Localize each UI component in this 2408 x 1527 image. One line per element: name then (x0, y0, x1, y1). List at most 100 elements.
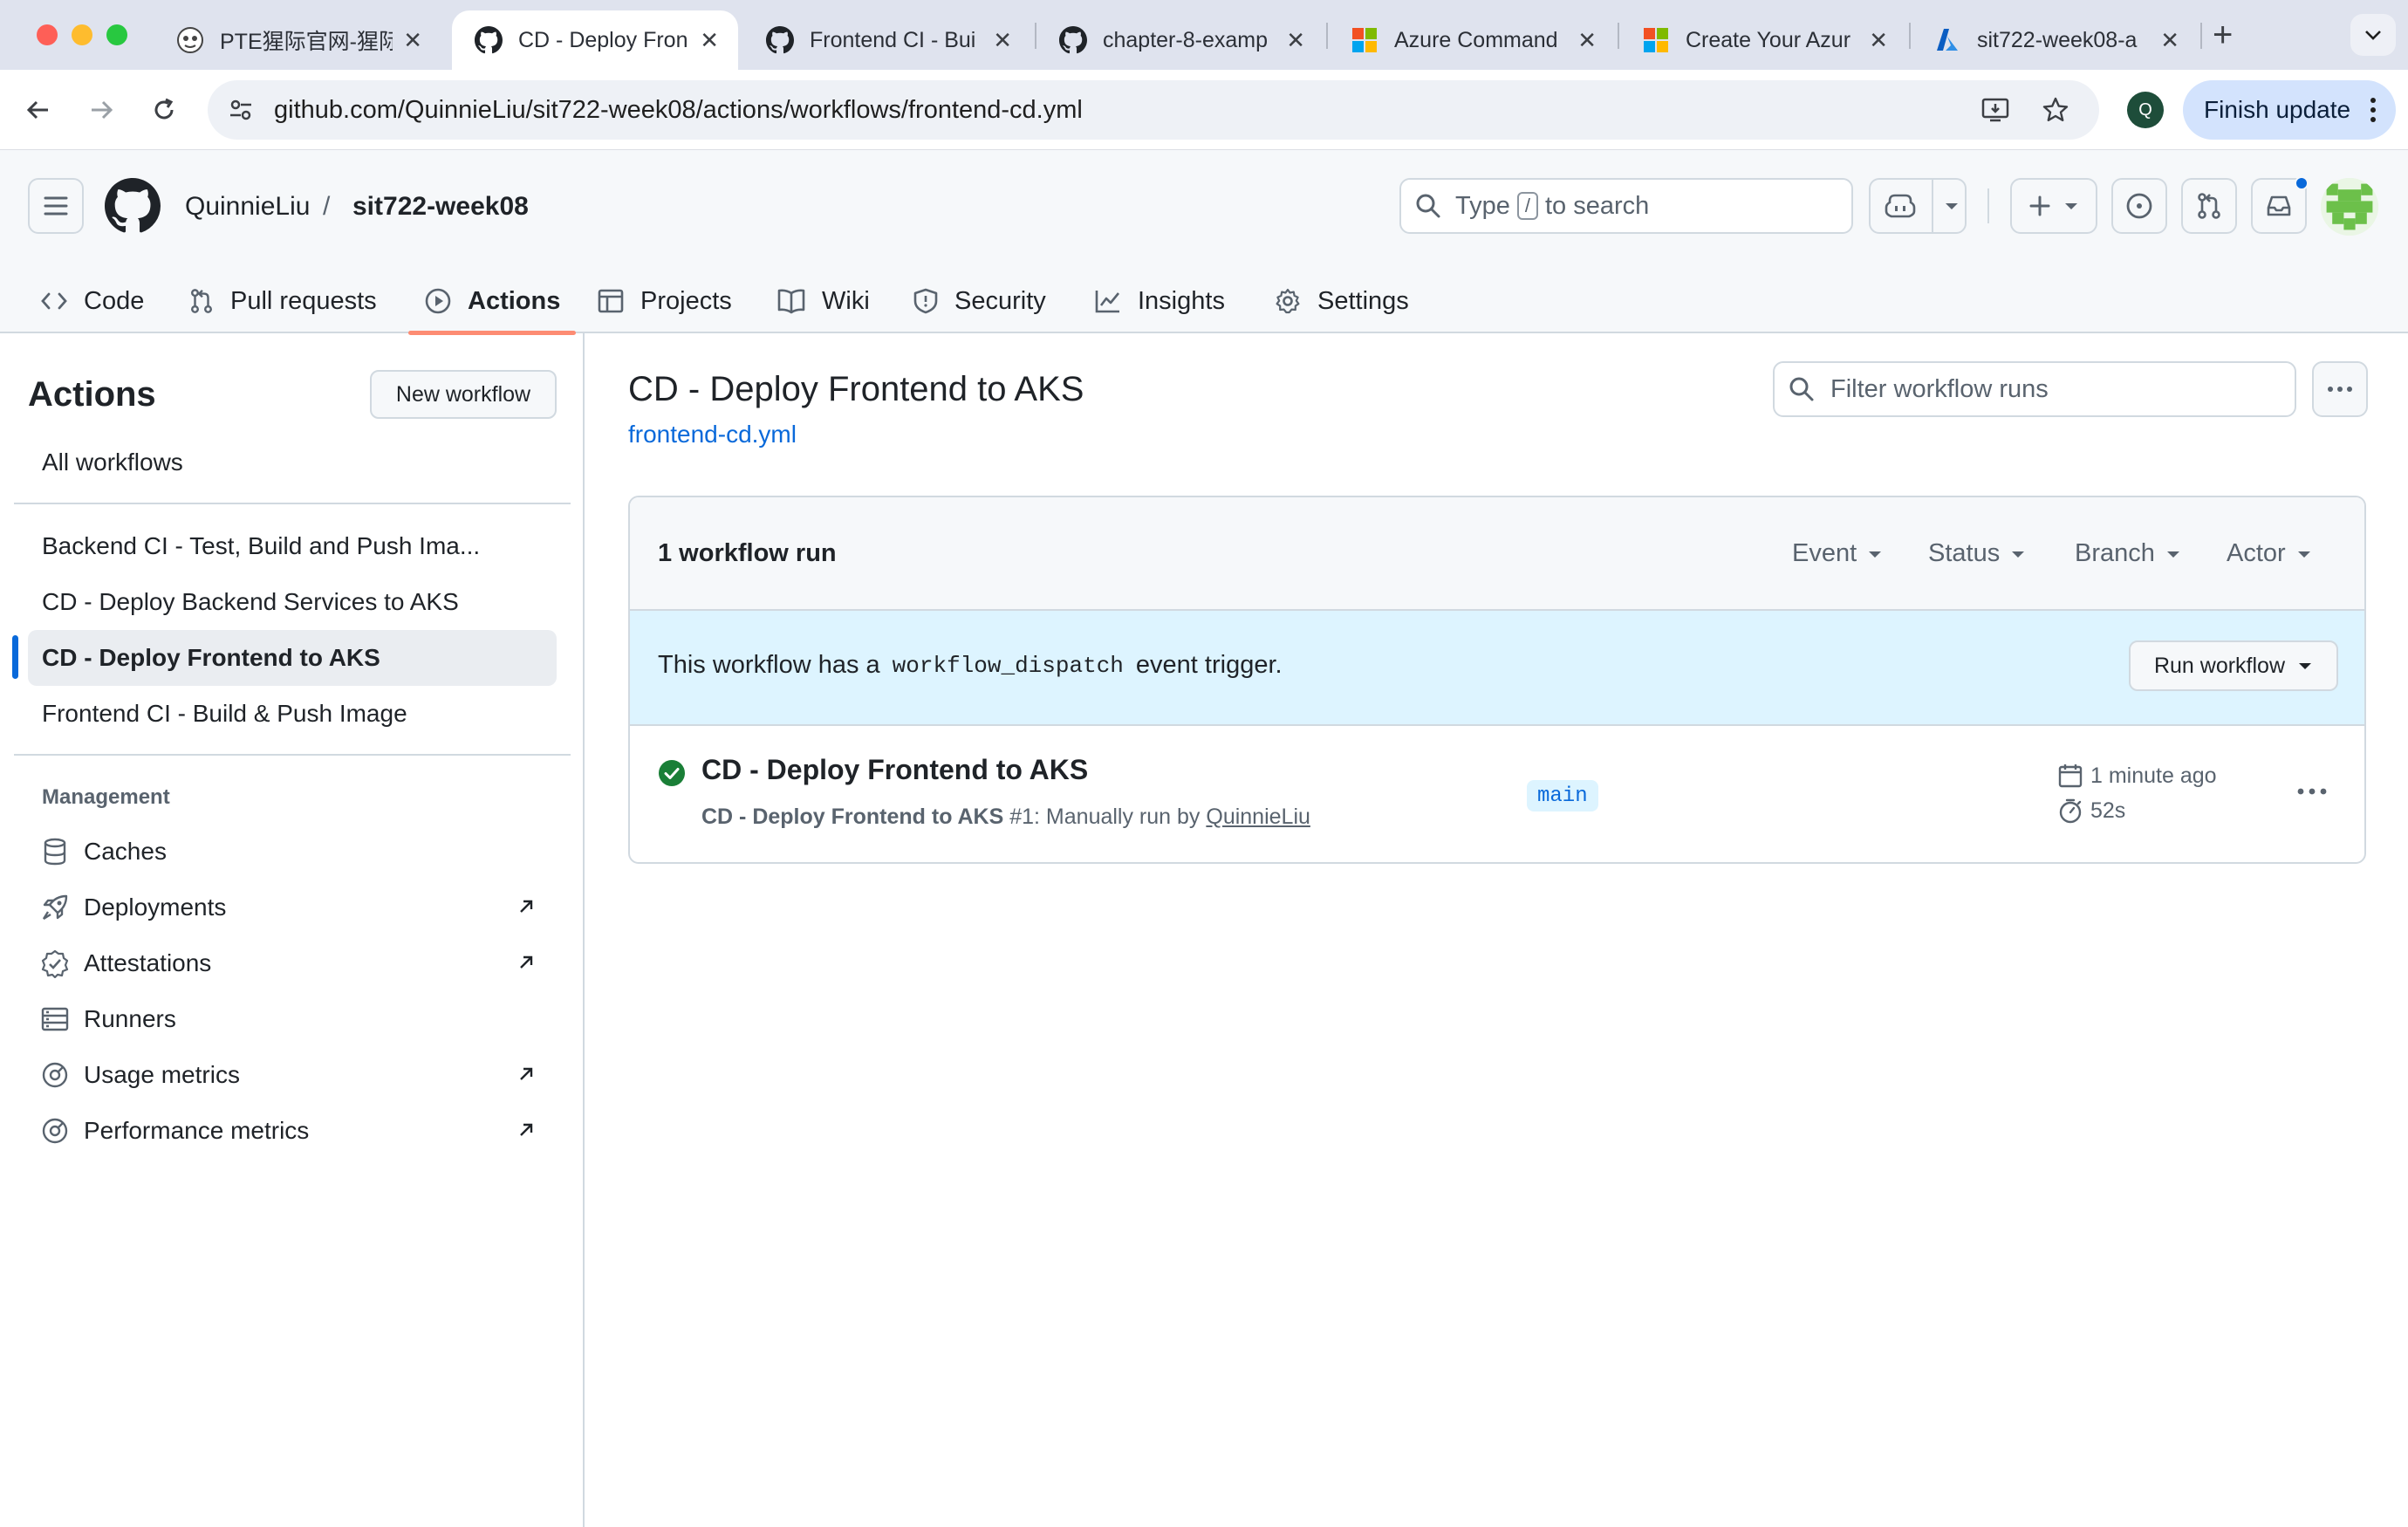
breadcrumb-separator: / (323, 192, 331, 221)
caret-down-icon (2299, 663, 2312, 669)
sidebar-item-all-workflows[interactable]: All workflows (28, 435, 557, 490)
search-icon (1416, 194, 1440, 218)
selected-indicator (12, 635, 18, 679)
open-global-navigation-button[interactable] (28, 178, 84, 234)
sidebar-item-performance-metrics[interactable]: Performance metrics (28, 1103, 557, 1159)
browser-tab[interactable]: PTE猩际官网-猩际 ✕ (154, 10, 441, 70)
external-link-icon (520, 1067, 533, 1080)
workflow-options-button[interactable] (2312, 361, 2368, 417)
pull-requests-button[interactable] (2181, 178, 2237, 234)
verified-icon (41, 949, 69, 978)
sidebar-item-attestations[interactable]: Attestations (28, 935, 557, 991)
code-icon (41, 292, 67, 310)
create-new-button[interactable] (2010, 178, 2097, 234)
new-workflow-button[interactable]: New workflow (370, 370, 557, 419)
status-filter-dropdown[interactable]: Status (1928, 539, 2026, 568)
user-avatar[interactable] (2321, 178, 2378, 236)
run-options-icon[interactable] (2296, 787, 2328, 796)
actor-filter-dropdown[interactable]: Actor (2227, 539, 2312, 568)
sidebar-item-usage-metrics[interactable]: Usage metrics (28, 1047, 557, 1103)
finish-update-button[interactable]: Finish update (2183, 80, 2396, 140)
run-actor-link[interactable]: QuinnieLiu (1206, 805, 1310, 829)
inbox-button[interactable] (2251, 176, 2309, 234)
run-trigger-text: #1: Manually run by (1009, 805, 1201, 829)
browser-tab-bar: PTE猩际官网-猩际 ✕ CD - Deploy Fron ✕ Frontend… (0, 0, 2408, 70)
close-tab-icon[interactable]: ✕ (1577, 27, 1597, 54)
browser-tab[interactable]: Azure Command ✕ (1328, 10, 1616, 70)
owner-link[interactable]: QuinnieLiu (185, 192, 310, 222)
maximize-window-button[interactable] (106, 24, 127, 45)
sidebar-workflow-item[interactable]: CD - Deploy Backend Services to AKS (28, 574, 557, 630)
tab-wiki[interactable]: Wiki (776, 269, 870, 333)
close-tab-icon[interactable]: ✕ (2160, 27, 2179, 54)
install-app-icon[interactable] (1980, 96, 2010, 124)
copilot-icon (1885, 194, 1916, 218)
filter-workflow-runs-input[interactable]: Filter workflow runs (1773, 361, 2296, 417)
close-tab-icon[interactable]: ✕ (403, 27, 422, 54)
browser-tab[interactable]: sit722-week08-a ✕ (1911, 10, 2199, 70)
url-text[interactable]: github.com/QuinnieLiu/sit722-week08/acti… (274, 96, 1083, 125)
hamburger-icon (44, 196, 68, 216)
tab-projects[interactable]: Projects (597, 269, 732, 333)
new-tab-button[interactable]: + (2213, 16, 2233, 55)
run-workflow-button[interactable]: Run workflow (2129, 640, 2338, 691)
meter-icon (42, 1118, 68, 1144)
copilot-button[interactable] (1869, 178, 1967, 234)
close-tab-icon[interactable]: ✕ (993, 27, 1012, 54)
browser-toolbar: github.com/QuinnieLiu/sit722-week08/acti… (0, 70, 2408, 150)
profile-avatar[interactable]: Q (2127, 92, 2164, 128)
dispatch-code: workflow_dispatch (892, 652, 1124, 679)
github-logo-icon[interactable] (105, 178, 161, 234)
minimize-window-button[interactable] (72, 24, 92, 45)
workflow-runs-box: 1 workflow run Event Status Branch Actor… (628, 496, 2366, 864)
caret-down-icon[interactable] (1944, 201, 1960, 211)
workflow-run-row[interactable]: CD - Deploy Frontend to AKS CD - Deploy … (630, 726, 2364, 862)
close-window-button[interactable] (37, 24, 58, 45)
tab-search-button[interactable] (2350, 14, 2396, 56)
branch-label[interactable]: main (1527, 780, 1598, 811)
run-title-link[interactable]: CD - Deploy Frontend to AKS (701, 754, 1088, 786)
tab-actions[interactable]: Actions (407, 269, 577, 335)
bookmark-star-icon[interactable] (2042, 96, 2069, 124)
browser-tab[interactable]: Frontend CI - Bui ✕ (743, 10, 1031, 70)
browser-tab[interactable]: Create Your Azur ✕ (1619, 10, 1907, 70)
tab-code[interactable]: Code (40, 269, 144, 333)
sidebar-workflow-item[interactable]: Backend CI - Test, Build and Push Ima... (28, 518, 557, 574)
page-title: CD - Deploy Frontend to AKS (628, 370, 1084, 408)
tab-security[interactable]: Security (913, 269, 1046, 333)
microsoft-icon (1351, 26, 1378, 54)
github-icon (475, 26, 503, 54)
finish-update-label: Finish update (2204, 96, 2351, 123)
pull-request-icon (191, 289, 212, 313)
play-icon (425, 288, 451, 314)
sidebar-workflow-item-selected[interactable]: CD - Deploy Frontend to AKS (28, 630, 557, 686)
close-tab-icon[interactable]: ✕ (700, 27, 719, 54)
tab-insights[interactable]: Insights (1094, 269, 1225, 333)
address-bar[interactable]: github.com/QuinnieLiu/sit722-week08/acti… (208, 80, 2099, 140)
close-tab-icon[interactable]: ✕ (1286, 27, 1305, 54)
sidebar-item-deployments[interactable]: Deployments (28, 880, 557, 935)
repo-link[interactable]: sit722-week08 (352, 192, 529, 222)
search-input[interactable]: Type / to search (1399, 178, 1853, 234)
stopwatch-icon (2059, 798, 2082, 824)
sidebar-item-caches[interactable]: Caches (28, 824, 557, 880)
run-count: 1 workflow run (658, 539, 837, 567)
browser-tab-active[interactable]: CD - Deploy Fron ✕ (452, 10, 738, 70)
branch-filter-dropdown[interactable]: Branch (2075, 539, 2181, 568)
sidebar-workflow-item[interactable]: Frontend CI - Build & Push Image (28, 686, 557, 742)
browser-tab[interactable]: chapter-8-examp ✕ (1036, 10, 1324, 70)
issues-button[interactable] (2111, 178, 2167, 234)
site-settings-icon[interactable] (227, 96, 255, 124)
sidebar-item-runners[interactable]: Runners (28, 991, 557, 1047)
reload-button[interactable] (145, 91, 183, 129)
forward-button[interactable] (82, 91, 120, 129)
back-button[interactable] (19, 91, 58, 129)
tab-settings[interactable]: Settings (1274, 269, 1409, 333)
chevron-down-icon (2365, 31, 2381, 40)
workflow-file-link[interactable]: frontend-cd.yml (628, 421, 797, 449)
tab-pull-requests[interactable]: Pull requests (188, 269, 377, 333)
event-filter-dropdown[interactable]: Event (1792, 539, 1883, 568)
run-workflow-name: CD - Deploy Frontend to AKS (701, 805, 1004, 829)
filter-placeholder: Filter workflow runs (1830, 374, 2049, 403)
close-tab-icon[interactable]: ✕ (1869, 27, 1888, 54)
